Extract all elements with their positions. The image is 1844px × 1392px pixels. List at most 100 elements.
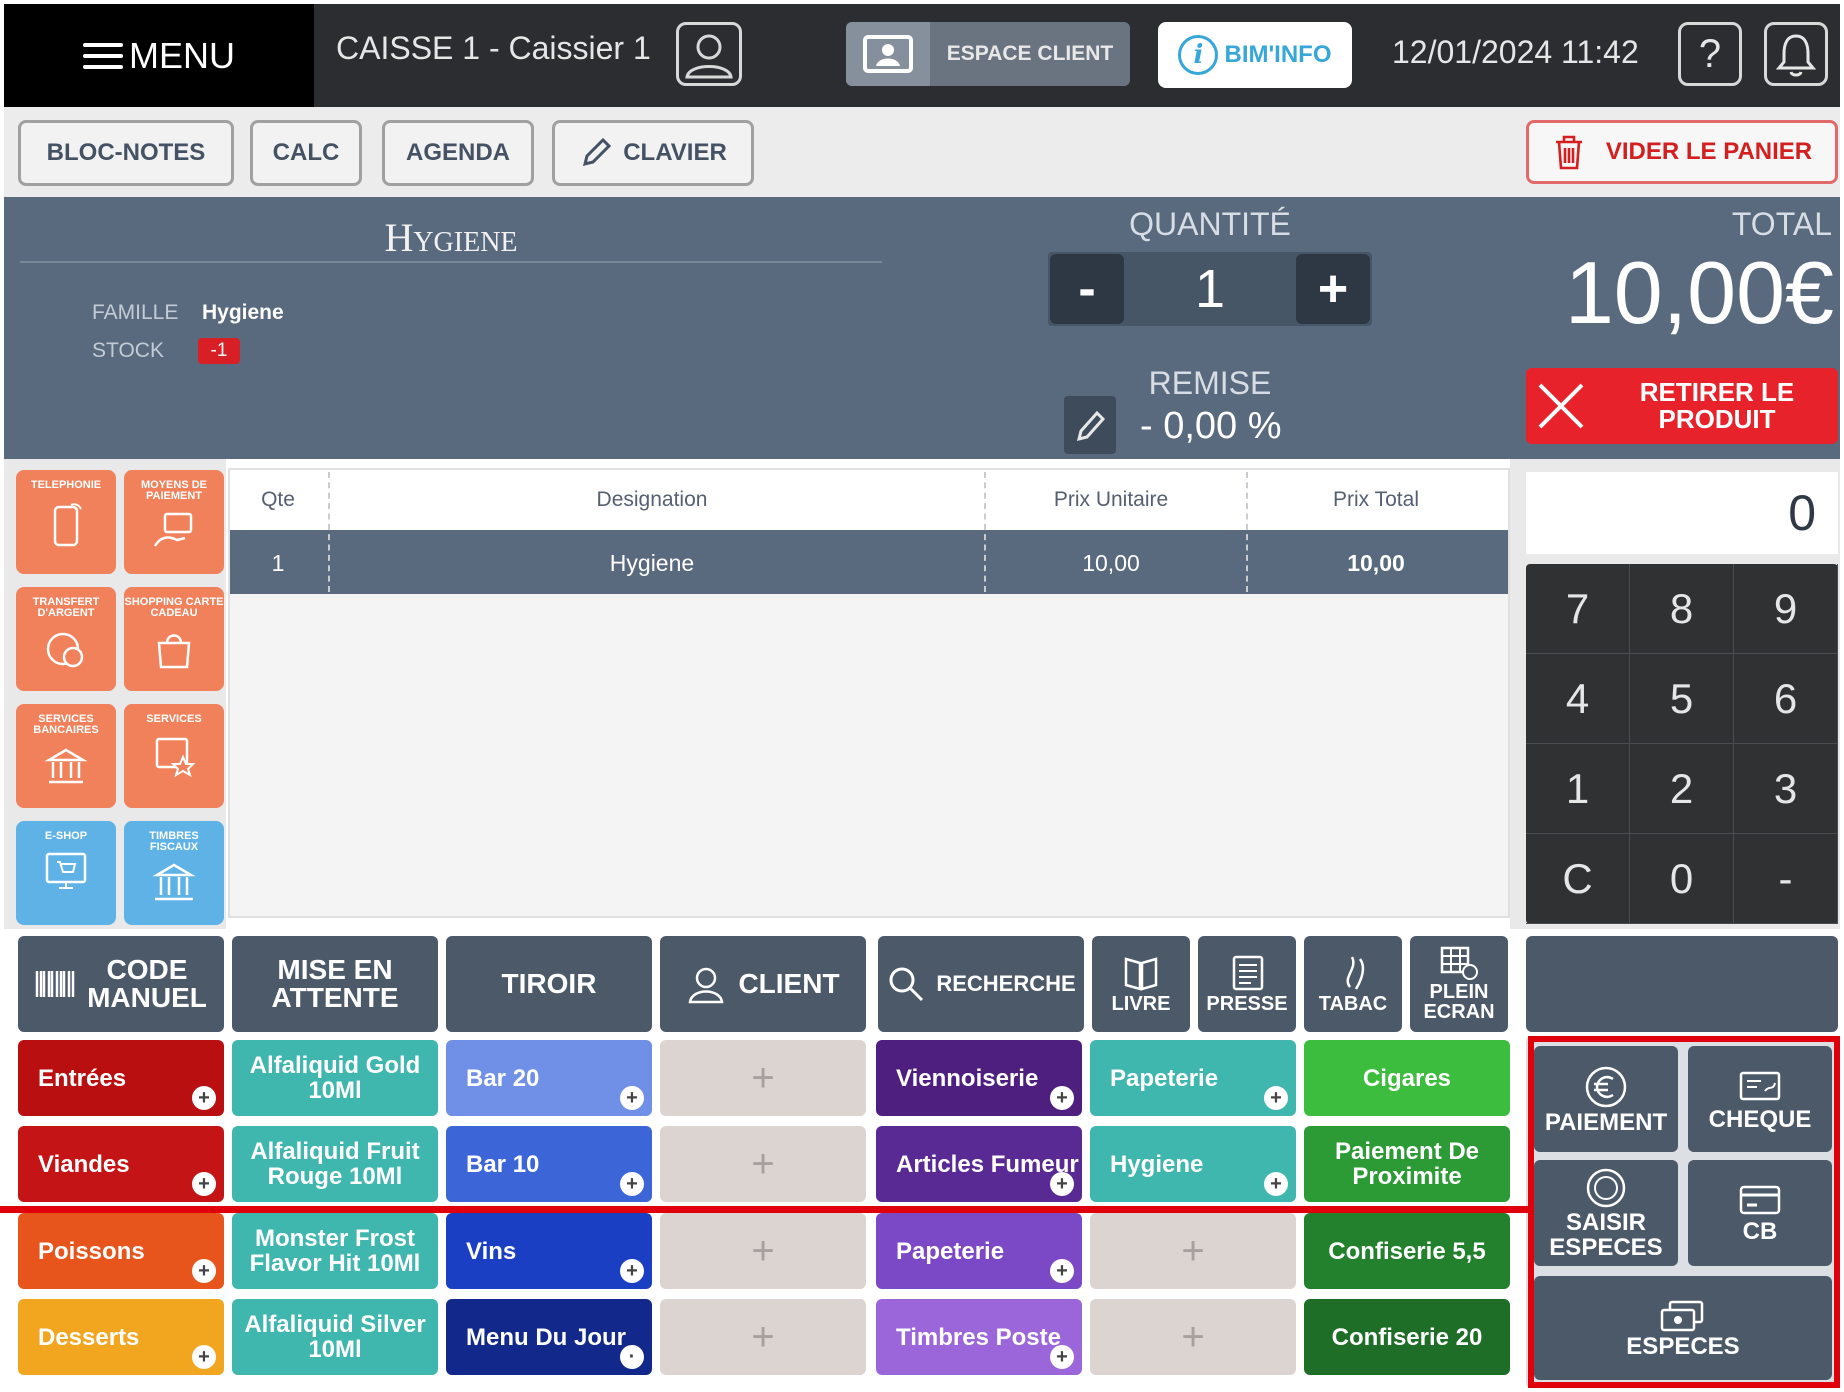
category-alfaliquid-gold[interactable]: Alfaliquid Gold 10Ml — [232, 1040, 438, 1116]
info-icon: i — [1178, 35, 1219, 75]
notifications-button[interactable] — [1764, 22, 1828, 86]
retirer-produit-button[interactable]: RETIRER LE PRODUIT — [1526, 368, 1838, 444]
shortcut-eshop[interactable]: E-SHOP — [16, 821, 116, 925]
presse-button[interactable]: PRESSE — [1198, 936, 1296, 1032]
user-account-button[interactable] — [676, 22, 742, 86]
category-papeterie-2[interactable]: Papeterie + — [1090, 1040, 1296, 1116]
shortcut-timbres-fiscaux[interactable]: TIMBRES FISCAUX — [124, 821, 224, 925]
table-row[interactable]: 1 Hygiene 10,00 10,00 — [230, 530, 1508, 594]
shortcut-label: SERVICES — [146, 713, 202, 725]
shortcut-services-bancaires[interactable]: SERVICES BANCAIRES — [16, 704, 116, 808]
hamburger-icon — [83, 36, 123, 76]
tabac-button[interactable]: TABAC — [1304, 936, 1402, 1032]
numpad-key-1[interactable]: 1 — [1526, 744, 1630, 834]
quantity-value[interactable]: 1 — [1124, 258, 1296, 320]
code-manuel-button[interactable]: CODE MANUEL — [18, 936, 224, 1032]
espace-client-button[interactable]: ESPACE CLIENT — [846, 22, 1130, 86]
mise-en-attente-button[interactable]: MISE EN ATTENTE — [232, 936, 438, 1032]
numpad-key-3[interactable]: 3 — [1734, 744, 1838, 834]
bim-info-button[interactable]: i BIM'INFO — [1158, 22, 1352, 88]
col-header-qte: Qte — [261, 488, 295, 511]
category-empty-slot[interactable]: + — [1090, 1213, 1296, 1289]
livre-button[interactable]: LIVRE — [1092, 936, 1190, 1032]
calc-button[interactable]: CALC — [250, 120, 362, 186]
tabac-label: TABAC — [1318, 992, 1388, 1015]
category-alfaliquid-silver[interactable]: Alfaliquid Silver 10Ml — [232, 1299, 438, 1375]
numpad-key-2[interactable]: 2 — [1630, 744, 1734, 834]
numpad-key-clear[interactable]: C — [1526, 834, 1630, 924]
shortcut-carte-cadeau[interactable]: SHOPPING CARTE CADEAU — [124, 587, 224, 691]
fullscreen-grid-icon — [1440, 946, 1478, 980]
recherche-button[interactable]: RECHERCHE — [878, 936, 1084, 1032]
register-cashier-label: CAISSE 1 - Caissier 1 — [336, 30, 651, 66]
bim-info-label: BIM'INFO — [1224, 41, 1332, 68]
client-button[interactable]: CLIENT — [660, 936, 866, 1032]
shortcut-moyens-paiement[interactable]: MOYENS DE PAIEMENT — [124, 470, 224, 574]
category-label: Bar 10 — [466, 1150, 540, 1178]
clavier-button[interactable]: CLAVIER — [552, 120, 754, 186]
tiroir-button[interactable]: TIROIR — [446, 936, 652, 1032]
category-label: Hygiene — [1110, 1150, 1204, 1178]
vider-panier-button[interactable]: VIDER LE PANIER — [1526, 120, 1838, 184]
user-icon — [688, 967, 724, 1004]
category-confiserie-20[interactable]: Confiserie 20 — [1304, 1299, 1510, 1375]
phone-icon — [53, 503, 82, 547]
shortcut-telephonie[interactable]: TELEPHONIE — [16, 470, 116, 574]
category-menu-du-jour[interactable]: Menu Du Jour · — [446, 1299, 652, 1375]
numpad-key-7[interactable]: 7 — [1526, 564, 1630, 654]
category-timbres-poste[interactable]: Timbres Poste + — [876, 1299, 1082, 1375]
numpad-key-5[interactable]: 5 — [1630, 654, 1734, 744]
cell-qte: 1 — [271, 550, 285, 576]
title-divider — [20, 261, 882, 263]
category-bar-20[interactable]: Bar 20 + — [446, 1040, 652, 1116]
numpad-key-minus[interactable]: - — [1734, 834, 1838, 924]
category-monster-frost[interactable]: Monster Frost Flavor Hit 10Ml — [232, 1213, 438, 1289]
category-viennoiserie[interactable]: Viennoiserie + — [876, 1040, 1082, 1116]
remise-label: REMISE — [1148, 365, 1272, 401]
category-empty-slot[interactable]: + — [660, 1126, 866, 1202]
numpad-key-9[interactable]: 9 — [1734, 564, 1838, 654]
agenda-button[interactable]: AGENDA — [382, 120, 534, 186]
add-icon: + — [192, 1345, 216, 1369]
category-confiserie-5-5[interactable]: Confiserie 5,5 — [1304, 1213, 1510, 1289]
category-articles-fumeur[interactable]: Articles Fumeur + — [876, 1126, 1082, 1202]
numpad-key-8[interactable]: 8 — [1630, 564, 1734, 654]
category-empty-slot[interactable]: + — [660, 1213, 866, 1289]
category-paiement-proximite[interactable]: Paiement De Proximite — [1304, 1126, 1510, 1202]
numpad-key-0[interactable]: 0 — [1630, 834, 1734, 924]
category-empty-slot[interactable]: + — [660, 1040, 866, 1116]
menu-label: MENU — [129, 34, 235, 76]
add-icon: + — [1264, 1172, 1288, 1196]
edit-remise-button[interactable] — [1064, 396, 1116, 454]
category-empty-slot[interactable]: + — [1090, 1299, 1296, 1375]
numpad-key-6[interactable]: 6 — [1734, 654, 1838, 744]
plein-ecran-button[interactable]: PLEIN ECRAN — [1410, 936, 1508, 1032]
category-label: Articles Fumeur — [896, 1150, 1079, 1178]
bloc-notes-button[interactable]: BLOC-NOTES — [18, 120, 234, 186]
add-icon: + — [1050, 1259, 1074, 1283]
total-value: 10,00€ — [1564, 243, 1834, 342]
category-viandes[interactable]: Viandes + — [18, 1126, 224, 1202]
category-entrees[interactable]: Entrées + — [18, 1040, 224, 1116]
shortcut-services[interactable]: SERVICES — [124, 704, 224, 808]
category-bar-10[interactable]: Bar 10 + — [446, 1126, 652, 1202]
category-cigares[interactable]: Cigares — [1304, 1040, 1510, 1116]
category-label: Timbres Poste — [896, 1323, 1061, 1351]
quantity-increase-button[interactable]: + — [1296, 254, 1370, 324]
category-hygiene[interactable]: Hygiene + — [1090, 1126, 1296, 1202]
quantity-decrease-button[interactable]: - — [1050, 254, 1124, 324]
numpad-key-4[interactable]: 4 — [1526, 654, 1630, 744]
category-alfaliquid-fruit-rouge[interactable]: Alfaliquid Fruit Rouge 10Ml — [232, 1126, 438, 1202]
category-vins[interactable]: Vins + — [446, 1213, 652, 1289]
category-papeterie[interactable]: Papeterie + — [876, 1213, 1082, 1289]
help-icon: ? — [1698, 31, 1722, 76]
shortcut-transfert-argent[interactable]: TRANSFERT D'ARGENT — [16, 587, 116, 691]
category-poissons[interactable]: Poissons + — [18, 1213, 224, 1289]
tax-stamp-bank-icon — [152, 863, 196, 901]
category-desserts[interactable]: Desserts + — [18, 1299, 224, 1375]
menu-button[interactable]: MENU — [4, 4, 314, 107]
category-label: Desserts — [38, 1323, 140, 1351]
category-empty-slot[interactable]: + — [660, 1299, 866, 1375]
mise-en-attente-label: MISE EN ATTENTE — [271, 954, 399, 1013]
help-button[interactable]: ? — [1678, 22, 1742, 86]
